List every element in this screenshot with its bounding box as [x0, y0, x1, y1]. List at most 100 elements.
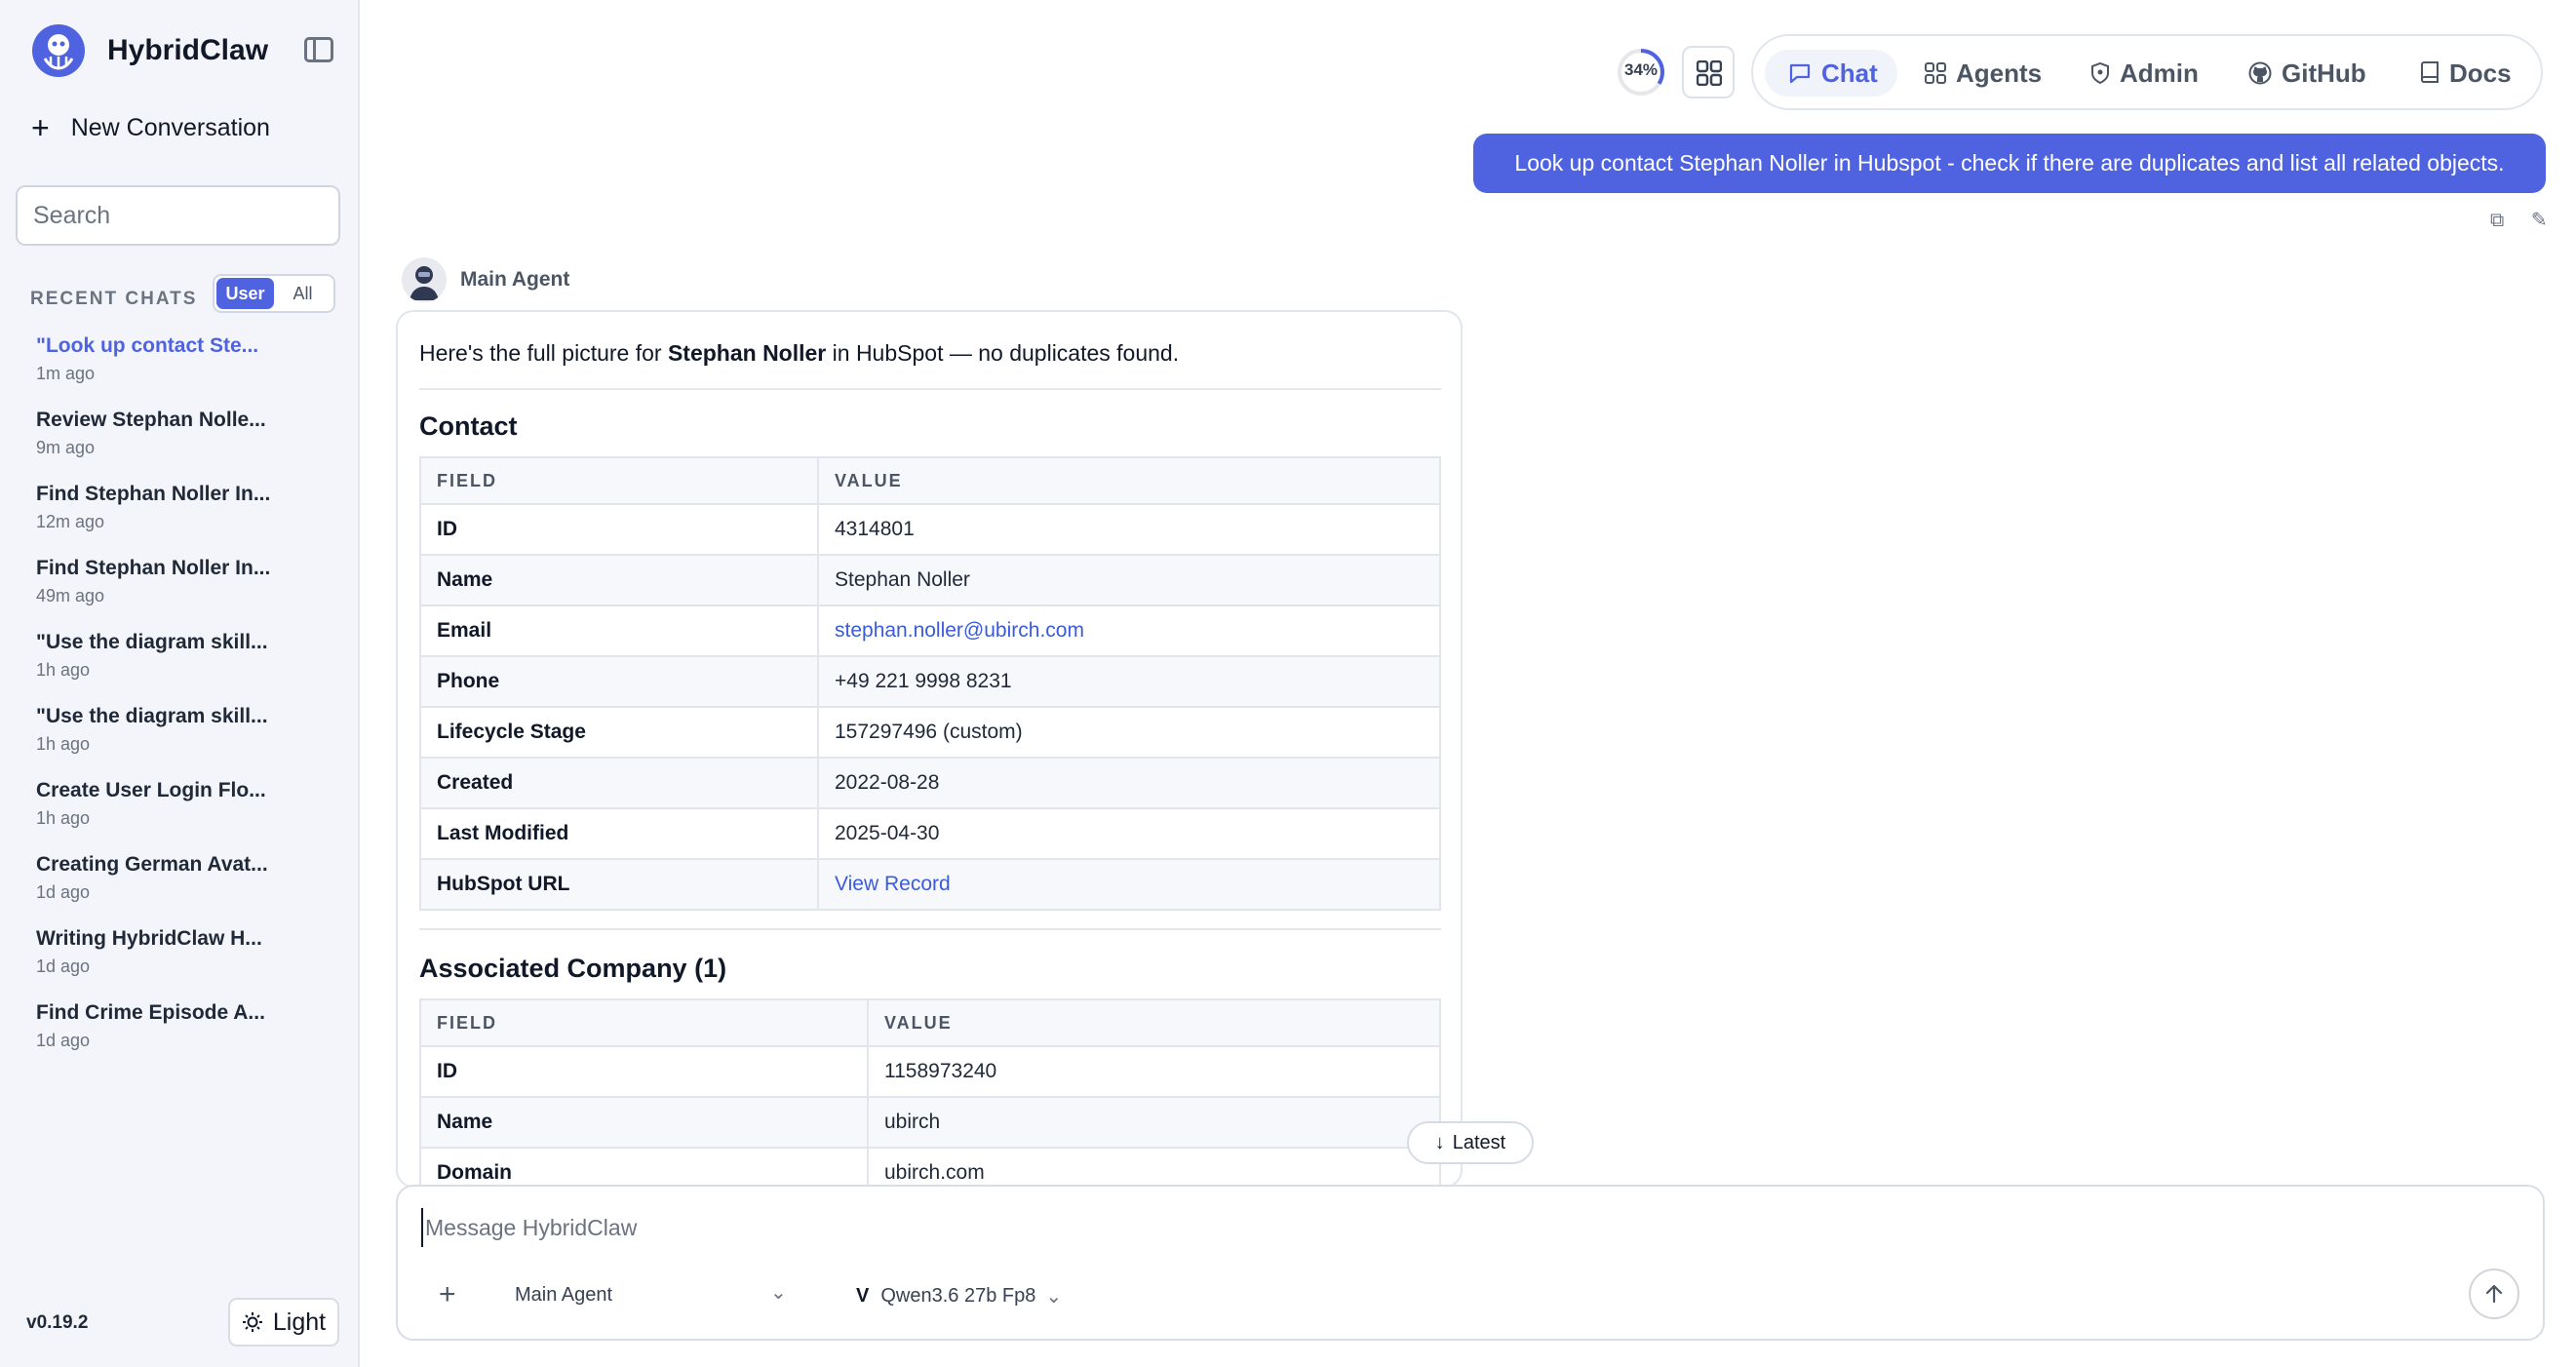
filter-user-button[interactable]: User	[216, 278, 274, 309]
agent-header: Main Agent	[402, 257, 569, 302]
nav-chat[interactable]: Chat	[1765, 50, 1897, 97]
intro-text: Here's the full picture for	[419, 340, 668, 366]
agent-name: Main Agent	[460, 268, 570, 291]
value-cell: 1158973240	[867, 1045, 1441, 1098]
table-row: Name ubirch	[419, 1096, 1441, 1149]
sidebar-collapse-icon[interactable]	[304, 37, 333, 62]
company-table: FIELD VALUE ID 1158973240 Name ubirch Doma…	[419, 998, 1441, 1186]
intro-text-end: in HubSpot — no duplicates found.	[826, 340, 1180, 366]
email-link[interactable]: stephan.noller@ubirch.com	[817, 605, 1441, 657]
nav-admin[interactable]: Admin	[2090, 50, 2199, 97]
table-row: Created 2022-08-28	[419, 757, 1441, 809]
value-cell: ubirch	[867, 1096, 1441, 1149]
chat-item[interactable]: "Look up contact Ste... 1m ago	[36, 334, 338, 409]
nav-agents[interactable]: Agents	[1925, 50, 2042, 97]
chat-time: 49m ago	[36, 586, 105, 605]
table-row: Name Stephan Noller	[419, 554, 1441, 606]
chat-title: "Look up contact Ste...	[36, 334, 259, 357]
table-row: Lifecycle Stage 157297496 (custom)	[419, 706, 1441, 759]
divider	[419, 928, 1441, 930]
chat-time: 1d ago	[36, 1031, 91, 1050]
nav-github-label: GitHub	[2282, 58, 2366, 88]
field-cell: Phone	[419, 655, 819, 708]
copy-icon[interactable]: ⧉	[2490, 210, 2504, 231]
chat-title: "Use the diagram skill...	[36, 631, 268, 653]
field-cell: Name	[419, 1096, 869, 1149]
chat-item[interactable]: Create User Login Flo... 1h ago	[36, 779, 338, 853]
model-select[interactable]: V Qwen3.6 27b Fp8 ⌄	[856, 1284, 1062, 1308]
new-conversation-button[interactable]: + New Conversation	[31, 112, 270, 143]
agent-avatar	[402, 257, 447, 302]
chat-time: 1d ago	[36, 882, 91, 902]
value-cell: 2022-08-28	[817, 757, 1441, 809]
chevron-down-icon: ⌄	[1045, 1286, 1063, 1308]
chat-item[interactable]: Creating German Avat... 1d ago	[36, 853, 338, 927]
chat-title: Find Stephan Noller In...	[36, 483, 271, 505]
nav-github[interactable]: GitHub	[2248, 50, 2366, 97]
chat-time: 9m ago	[36, 438, 96, 457]
scroll-to-latest-button[interactable]: ↓ Latest	[1407, 1121, 1534, 1164]
search-input[interactable]	[16, 185, 340, 246]
nav-agents-label: Agents	[1956, 58, 2043, 88]
view-record-link[interactable]: View Record	[817, 858, 1441, 911]
message-input[interactable]	[421, 1208, 2517, 1247]
app-name: HybridClaw	[107, 34, 269, 66]
table-header-row: FIELD VALUE	[419, 456, 1441, 505]
table-header-row: FIELD VALUE	[419, 998, 1441, 1047]
edit-icon[interactable]: ✎	[2531, 210, 2548, 231]
value-cell: 4314801	[817, 503, 1441, 556]
message-composer: + Main Agent ⌄ V Qwen3.6 27b Fp8 ⌄	[396, 1185, 2545, 1341]
table-row: HubSpot URL View Record	[419, 858, 1441, 911]
admin-shield-icon	[2091, 62, 2109, 84]
app-version: v0.19.2	[26, 1312, 89, 1333]
chat-item[interactable]: Writing HybridClaw H... 1d ago	[36, 927, 338, 1001]
attach-plus-icon[interactable]: +	[439, 1278, 456, 1311]
divider	[419, 388, 1441, 390]
theme-label: Light	[272, 1308, 327, 1336]
chat-title: Find Stephan Noller In...	[36, 557, 271, 579]
message-actions: ⧉ ✎	[2469, 208, 2548, 232]
apps-grid-icon	[1697, 60, 1722, 86]
chat-item[interactable]: "Use the diagram skill... 1h ago	[36, 705, 338, 779]
chat-filter-toggle[interactable]: User All	[213, 274, 335, 313]
chat-time: 1h ago	[36, 808, 91, 828]
field-cell: ID	[419, 503, 819, 556]
agent-reply-card: Here's the full picture for Stephan Noll…	[396, 310, 1463, 1188]
chat-time: 1m ago	[36, 364, 96, 383]
table-row: Domain ubirch.com	[419, 1147, 1441, 1186]
new-conversation-label: New Conversation	[70, 113, 270, 141]
chat-item[interactable]: Find Stephan Noller In... 12m ago	[36, 483, 338, 557]
column-header-field: FIELD	[419, 998, 869, 1047]
sidebar: HybridClaw + New Conversation RECENT CHA…	[0, 0, 360, 1367]
field-cell: ID	[419, 1045, 869, 1098]
chat-item[interactable]: "Use the diagram skill... 1h ago	[36, 631, 338, 705]
chat-item[interactable]: Find Stephan Noller In... 49m ago	[36, 557, 338, 631]
chevron-down-icon[interactable]: ⌄	[770, 1280, 787, 1305]
contact-section-title: Contact	[419, 411, 518, 441]
field-cell: Created	[419, 757, 819, 809]
chat-item[interactable]: Find Crime Episode A... 1d ago	[36, 1001, 338, 1075]
plus-icon: +	[31, 110, 50, 145]
intro-contact-name: Stephan Noller	[667, 340, 827, 366]
chat-title: Writing HybridClaw H...	[36, 927, 262, 950]
send-button[interactable]	[2469, 1269, 2519, 1319]
model-name: Qwen3.6 27b Fp8	[880, 1285, 1036, 1307]
agent-select[interactable]: Main Agent	[515, 1284, 612, 1307]
column-header-field: FIELD	[419, 456, 819, 505]
filter-all-button[interactable]: All	[274, 278, 332, 309]
value-cell: ubirch.com	[867, 1147, 1441, 1186]
top-navigation: Chat Agents Admin GitHub Docs	[1751, 34, 2543, 110]
chat-title: "Use the diagram skill...	[36, 705, 268, 727]
theme-toggle-button[interactable]: Light	[228, 1298, 339, 1347]
brand[interactable]: HybridClaw	[31, 23, 268, 78]
chat-item[interactable]: Review Stephan Nolle... 9m ago	[36, 409, 338, 483]
field-cell: HubSpot URL	[419, 858, 819, 911]
apps-grid-button[interactable]	[1682, 46, 1735, 98]
chat-time: 1h ago	[36, 660, 91, 680]
nav-docs[interactable]: Docs	[2420, 50, 2512, 97]
reply-intro: Here's the full picture for Stephan Noll…	[419, 340, 1179, 367]
table-row: Email stephan.noller@ubirch.com	[419, 605, 1441, 657]
chat-time: 1h ago	[36, 734, 91, 754]
recent-chats-list: "Look up contact Ste... 1m ago Review St…	[36, 334, 338, 1075]
contact-table: FIELD VALUE ID 4314801 Name Stephan Noller…	[419, 456, 1441, 911]
